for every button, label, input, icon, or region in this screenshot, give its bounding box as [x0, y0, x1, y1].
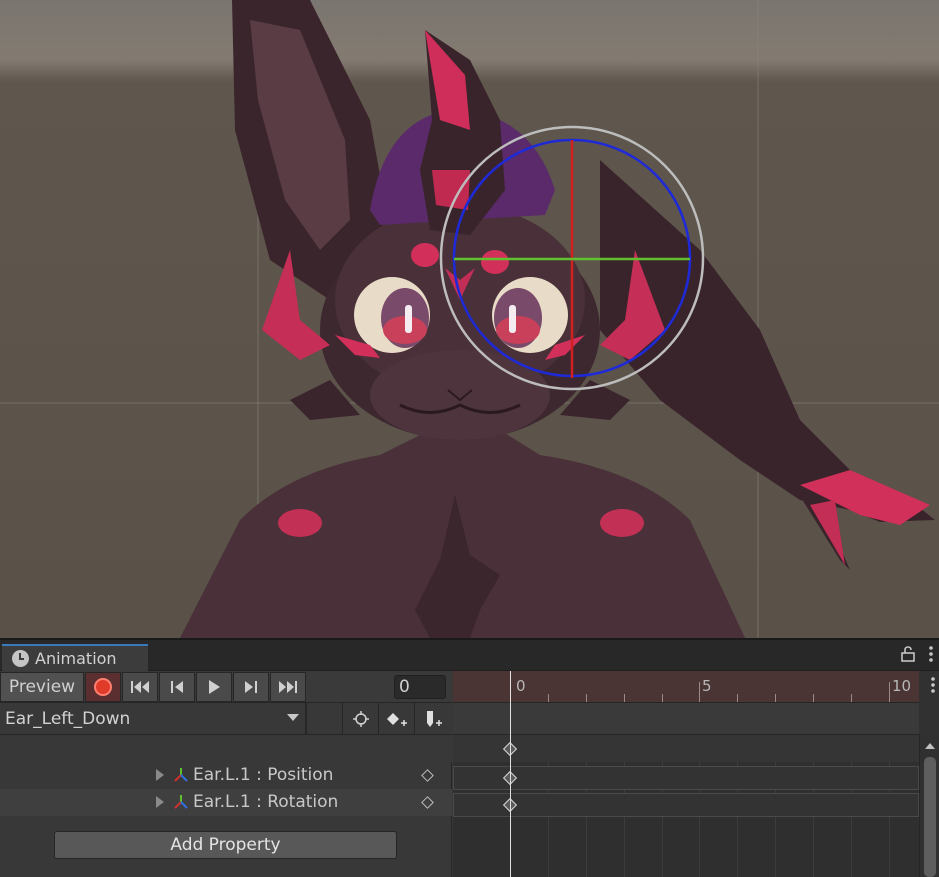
property-label: Ear.L.1 : Rotation [193, 792, 339, 812]
ruler-label-10: 10 [892, 677, 912, 695]
transform-axis-icon [174, 768, 188, 782]
filter-by-selection-icon [352, 710, 369, 727]
record-icon [94, 677, 112, 696]
kebab-menu-icon[interactable] [929, 646, 933, 666]
track-position[interactable] [453, 766, 919, 790]
clip-dropdown[interactable]: Ear_Left_Down [0, 703, 306, 734]
tab-animation[interactable]: Animation [2, 644, 148, 671]
filter-by-selection-button[interactable] [342, 703, 378, 734]
ruler-label-0: 0 [516, 677, 526, 695]
property-summary-row [0, 735, 452, 762]
window-controls [901, 646, 933, 666]
play-button[interactable] [196, 671, 232, 702]
clip-tool-spacer [306, 703, 342, 734]
keyframe-diamond-icon[interactable] [421, 769, 434, 782]
keyframe-area[interactable] [453, 735, 919, 877]
skip-to-start-icon [131, 680, 149, 693]
property-list: Ear.L.1 : Position Ear.L.1 : Rotation Ad… [0, 735, 452, 877]
clock-icon [12, 650, 29, 667]
chevron-down-icon [287, 714, 299, 721]
tab-bar: Animation [0, 640, 939, 671]
ruler-label-5: 5 [702, 677, 712, 695]
vertical-scrollbar[interactable] [919, 735, 939, 877]
property-label: Ear.L.1 : Position [193, 765, 334, 785]
playback-toolbar: Preview 0 [0, 671, 452, 703]
add-property-button[interactable]: Add Property [54, 831, 397, 859]
tab-label: Animation [35, 649, 117, 668]
ruler-tick [662, 694, 663, 702]
ruler-tick [586, 694, 587, 702]
keyframe-diamond-icon[interactable] [421, 796, 434, 809]
previous-key-button[interactable] [159, 671, 195, 702]
expand-arrow-icon[interactable] [156, 796, 164, 808]
add-event-button[interactable] [414, 703, 450, 734]
character-preview [0, 0, 939, 638]
lock-icon[interactable] [901, 646, 915, 666]
ruler-tick [851, 694, 852, 702]
events-track[interactable] [453, 703, 919, 735]
time-ruler[interactable]: 0 5 10 [453, 671, 919, 703]
add-event-icon [426, 710, 442, 727]
summary-track[interactable] [453, 735, 919, 762]
expand-arrow-icon[interactable] [156, 769, 164, 781]
skip-to-end-icon [279, 680, 297, 693]
track-rotation[interactable] [453, 793, 919, 817]
timeline-menu-icon[interactable] [931, 677, 935, 698]
play-icon [209, 679, 220, 694]
add-keyframe-button[interactable] [378, 703, 414, 734]
previous-key-icon [171, 680, 183, 693]
scroll-up-icon[interactable] [925, 743, 935, 749]
add-keyframe-icon [386, 712, 407, 726]
clip-tools [306, 703, 452, 734]
animation-window: Animation Preview 0 Ear_Left_Down Ear.L.… [0, 638, 939, 877]
next-key-button[interactable] [233, 671, 269, 702]
playhead[interactable] [510, 671, 511, 877]
dopesheet-timeline[interactable]: 0 5 10 [453, 671, 939, 877]
ruler-tick [737, 694, 738, 702]
ruler-tick [548, 694, 549, 702]
property-row-position[interactable]: Ear.L.1 : Position [0, 762, 452, 789]
first-key-button[interactable] [122, 671, 158, 702]
clip-name: Ear_Left_Down [5, 708, 131, 729]
transform-axis-icon [174, 795, 188, 809]
property-row-rotation[interactable]: Ear.L.1 : Rotation [0, 789, 452, 816]
scroll-thumb[interactable] [924, 757, 936, 877]
scene-view[interactable] [0, 0, 939, 638]
clip-bar: Ear_Left_Down [0, 703, 452, 735]
preview-button[interactable]: Preview [0, 671, 84, 702]
ruler-tick [624, 694, 625, 702]
next-key-icon [245, 680, 257, 693]
last-key-button[interactable] [270, 671, 306, 702]
ruler-tick [889, 682, 890, 702]
frame-input[interactable]: 0 [394, 675, 446, 699]
ruler-tick [775, 694, 776, 702]
ruler-tick [699, 682, 700, 702]
record-button[interactable] [85, 671, 121, 702]
ruler-tick [813, 694, 814, 702]
